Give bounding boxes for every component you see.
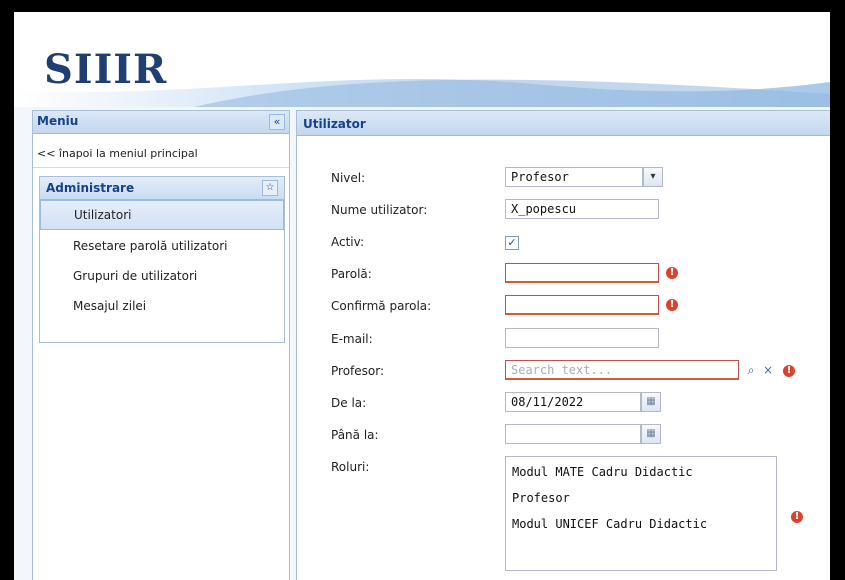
menu-panel: Meniu « << înapoi la meniul principal Ad… (32, 110, 290, 580)
collapse-icon[interactable]: « (269, 114, 285, 130)
role-item[interactable]: Modul UNICEF Cadru Didactic (512, 517, 707, 531)
app-logo: SIIIR (44, 46, 168, 93)
profesor-search-input[interactable]: Search text... (505, 360, 739, 380)
email-label: E-mail: (331, 332, 373, 346)
de-la-label: De la: (331, 396, 367, 410)
search-icon[interactable]: ⌕ (743, 362, 759, 378)
end-date-field[interactable] (505, 424, 641, 444)
chevron-down-icon[interactable]: ▾ (643, 167, 663, 187)
menu-item-utilizatori[interactable]: Utilizatori (40, 200, 284, 230)
username-field[interactable]: X_popescu (505, 199, 659, 219)
error-icon: ! (791, 511, 803, 523)
calendar-icon[interactable]: ▦ (641, 424, 661, 444)
role-item[interactable]: Modul MATE Cadru Didactic (512, 465, 693, 479)
parola-label: Parolă: (331, 267, 372, 281)
start-date-field[interactable]: 08/11/2022 (505, 392, 641, 412)
admin-section-title: Administrare (46, 181, 135, 195)
activ-label: Activ: (331, 235, 365, 249)
clear-icon[interactable]: × (760, 362, 776, 378)
divider (33, 167, 289, 168)
confirm-password-field[interactable] (505, 295, 659, 315)
menu-item-mesajul-zilei[interactable]: Mesajul zilei (40, 291, 284, 321)
menu-header: Meniu « (33, 111, 289, 134)
admin-section-header[interactable]: Administrare ☆ (40, 177, 284, 200)
search-placeholder: Search text... (511, 363, 613, 377)
nivel-select[interactable]: Profesor (505, 167, 643, 187)
collapse-section-icon[interactable]: ☆ (262, 180, 278, 196)
password-field[interactable] (505, 263, 659, 283)
error-icon: ! (783, 365, 795, 377)
activ-checkbox[interactable]: ✓ (505, 236, 519, 250)
roles-listbox[interactable]: Modul MATE Cadru Didactic Profesor Modul… (505, 456, 777, 571)
form-title: Utilizator (303, 117, 366, 131)
profesor-label: Profesor: (331, 364, 385, 378)
menu-item-grupuri[interactable]: Grupuri de utilizatori (40, 261, 284, 291)
app-header: SIIIR (14, 12, 830, 107)
user-form-panel: Utilizator Nivel: Profesor ▾ Nume utiliz… (296, 110, 830, 580)
nivel-label: Nivel: (331, 171, 366, 185)
nume-utilizator-label: Nume utilizator: (331, 203, 428, 217)
confirma-parola-label: Confirmă parola: (331, 299, 432, 313)
menu-title: Meniu (37, 114, 79, 128)
roluri-label: Roluri: (331, 460, 370, 474)
form-header: Utilizator (297, 111, 830, 136)
error-icon: ! (666, 299, 678, 311)
menu-item-resetare-parola[interactable]: Resetare parolă utilizatori (40, 231, 284, 261)
app-window: SIIIR Meniu « << înapoi la meniul princi… (14, 12, 830, 580)
admin-section: Administrare ☆ Utilizatori Resetare paro… (39, 176, 285, 343)
email-field[interactable] (505, 328, 659, 348)
error-icon: ! (666, 267, 678, 279)
calendar-icon[interactable]: ▦ (641, 392, 661, 412)
pana-la-label: Până la: (331, 428, 379, 442)
back-to-main-menu-link[interactable]: << înapoi la meniul principal (37, 147, 198, 160)
role-item[interactable]: Profesor (512, 491, 570, 505)
